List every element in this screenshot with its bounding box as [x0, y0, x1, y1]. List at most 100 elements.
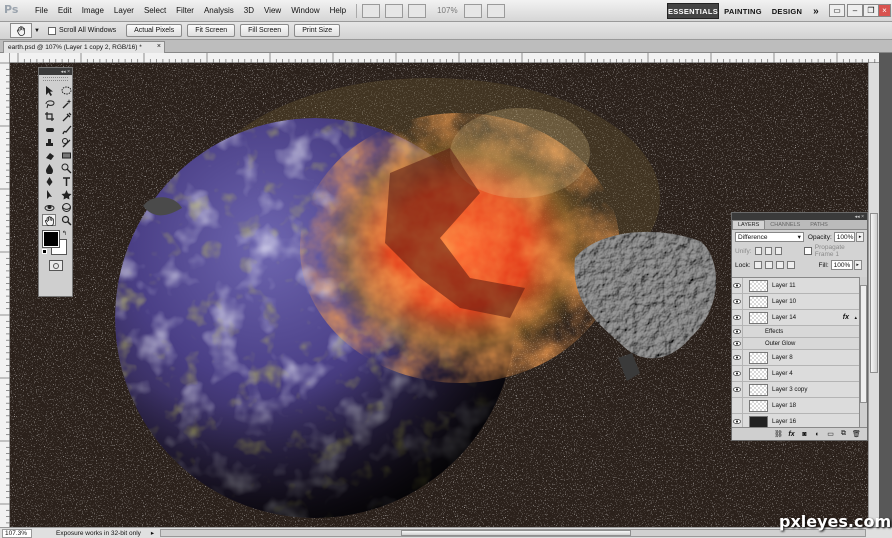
- new-layer-icon[interactable]: ⧉: [839, 430, 848, 439]
- lock-all-icon[interactable]: [786, 261, 795, 269]
- tool-eraser[interactable]: [42, 149, 56, 161]
- tool-brush[interactable]: [59, 123, 73, 135]
- tool-crop[interactable]: [42, 110, 56, 122]
- scrollbar-thumb[interactable]: [401, 530, 631, 536]
- panel-header[interactable]: ◂◂ ×: [39, 68, 72, 75]
- layer-visibility-toggle[interactable]: [732, 381, 743, 398]
- mini-bridge-icon[interactable]: [385, 3, 404, 18]
- menu-edit[interactable]: Edit: [53, 6, 77, 15]
- horizontal-scrollbar[interactable]: [160, 529, 866, 537]
- lock-position-icon[interactable]: [775, 261, 784, 269]
- menu-window[interactable]: Window: [286, 6, 324, 15]
- status-zoom-input[interactable]: 107.3%: [2, 528, 32, 538]
- vertical-ruler[interactable]: [0, 53, 10, 527]
- lock-pixels-icon[interactable]: [764, 261, 773, 269]
- tool-dodge[interactable]: [59, 162, 73, 174]
- panel-grip[interactable]: [43, 77, 68, 81]
- layers-scrollbar[interactable]: [859, 277, 867, 428]
- tool-blur[interactable]: [42, 162, 56, 174]
- layer-effect-item[interactable]: Outer Glow: [732, 335, 859, 352]
- arrange-documents-icon[interactable]: [463, 3, 482, 18]
- screen-mode-icon[interactable]: [486, 3, 505, 18]
- expand-effects-icon[interactable]: ▴: [854, 315, 857, 321]
- horizontal-ruler[interactable]: [10, 53, 879, 63]
- menu-help[interactable]: Help: [325, 6, 351, 15]
- tool-3d-rotate[interactable]: [42, 201, 56, 213]
- menu-view[interactable]: View: [259, 6, 286, 15]
- layer-visibility-toggle[interactable]: [732, 397, 743, 414]
- layer-fx-badge[interactable]: fx: [843, 314, 849, 321]
- tool-lasso[interactable]: [42, 97, 56, 109]
- tool-move[interactable]: [42, 84, 56, 96]
- fill-slider-icon[interactable]: ▸: [853, 260, 862, 270]
- menu-image[interactable]: Image: [77, 6, 109, 15]
- menu-3d[interactable]: 3D: [239, 6, 259, 15]
- minimize-icon[interactable]: –: [847, 4, 863, 17]
- tab-layers[interactable]: LAYERS: [732, 220, 766, 229]
- new-group-icon[interactable]: ▭: [826, 430, 835, 439]
- close-icon[interactable]: ×: [878, 4, 891, 17]
- tool-shape[interactable]: [59, 188, 73, 200]
- scrollbar-thumb[interactable]: [870, 213, 878, 373]
- delete-layer-icon[interactable]: 🗑: [852, 430, 861, 439]
- menu-layer[interactable]: Layer: [109, 6, 139, 15]
- menu-analysis[interactable]: Analysis: [199, 6, 239, 15]
- layer-style-icon[interactable]: fx: [787, 430, 796, 439]
- fill-screen-button[interactable]: Fill Screen: [240, 24, 290, 37]
- layer-row[interactable]: Layer 10: [732, 293, 859, 310]
- tool-pen[interactable]: [42, 175, 56, 187]
- bridge-icon[interactable]: [362, 3, 381, 18]
- layer-visibility-toggle[interactable]: [732, 293, 743, 310]
- tool-path-selection[interactable]: [42, 188, 56, 200]
- zoom-level[interactable]: 107%: [437, 6, 457, 15]
- chevron-down-icon[interactable]: ▼: [34, 28, 40, 34]
- status-menu-arrow-icon[interactable]: ▸: [151, 529, 154, 537]
- tool-zoom[interactable]: [59, 214, 73, 226]
- adjustment-layer-icon[interactable]: ◐: [813, 430, 822, 439]
- tool-preset-picker[interactable]: [10, 23, 32, 38]
- default-colors-icon[interactable]: [42, 249, 47, 254]
- layer-row[interactable]: Layer 3 copy: [732, 381, 859, 398]
- tool-history-brush[interactable]: [59, 136, 73, 148]
- layer-row[interactable]: Layer 8: [732, 349, 859, 366]
- print-size-button[interactable]: Print Size: [294, 24, 341, 37]
- unify-visibility-icon[interactable]: [764, 247, 773, 255]
- layer-effect-item[interactable]: Effects: [732, 323, 859, 340]
- add-mask-icon[interactable]: ◙: [800, 430, 809, 439]
- blend-mode-select[interactable]: Difference ▾: [735, 232, 804, 242]
- layer-visibility-toggle[interactable]: [732, 277, 743, 294]
- scroll-all-windows-checkbox[interactable]: [47, 26, 56, 35]
- tool-magic-wand[interactable]: [59, 97, 73, 109]
- tab-paths[interactable]: PATHS: [805, 221, 833, 229]
- tool-healing-brush[interactable]: [42, 123, 56, 135]
- workspace-design[interactable]: DESIGN: [768, 3, 806, 19]
- tool-3d-orbit[interactable]: [59, 201, 73, 213]
- layer-row[interactable]: Layer 11: [732, 277, 859, 294]
- scrollbar-thumb[interactable]: [860, 285, 867, 403]
- more-workspaces-icon[interactable]: »: [809, 3, 823, 19]
- workspace-essentials[interactable]: ESSENTIALS: [667, 3, 719, 19]
- workspace-painting[interactable]: PAINTING: [722, 3, 764, 19]
- view-extras-icon[interactable]: [408, 3, 427, 18]
- lock-transparency-icon[interactable]: [753, 261, 762, 269]
- cs-live-icon[interactable]: ▭: [829, 4, 845, 17]
- fill-input[interactable]: 100%: [830, 260, 853, 270]
- layer-row[interactable]: Layer 14 fx ▴: [732, 309, 859, 326]
- actual-pixels-button[interactable]: Actual Pixels: [126, 24, 183, 37]
- layer-visibility-toggle[interactable]: [732, 349, 743, 366]
- opacity-slider-icon[interactable]: ▸: [856, 232, 864, 242]
- propagate-frame-checkbox[interactable]: [804, 247, 812, 255]
- menu-file[interactable]: File: [30, 6, 53, 15]
- tab-channels[interactable]: CHANNELS: [765, 221, 805, 229]
- tool-eyedropper[interactable]: [59, 110, 73, 122]
- tool-type[interactable]: [59, 175, 73, 187]
- panel-header[interactable]: ◂◂ ×: [732, 213, 867, 220]
- menu-filter[interactable]: Filter: [171, 6, 199, 15]
- tool-marquee[interactable]: [59, 84, 73, 96]
- fit-screen-button[interactable]: Fit Screen: [187, 24, 236, 37]
- vertical-scrollbar[interactable]: [868, 63, 879, 527]
- layer-row[interactable]: Layer 18: [732, 397, 859, 414]
- link-layers-icon[interactable]: ⛓: [774, 430, 783, 439]
- menu-select[interactable]: Select: [139, 6, 171, 15]
- opacity-input[interactable]: 100%: [833, 232, 856, 242]
